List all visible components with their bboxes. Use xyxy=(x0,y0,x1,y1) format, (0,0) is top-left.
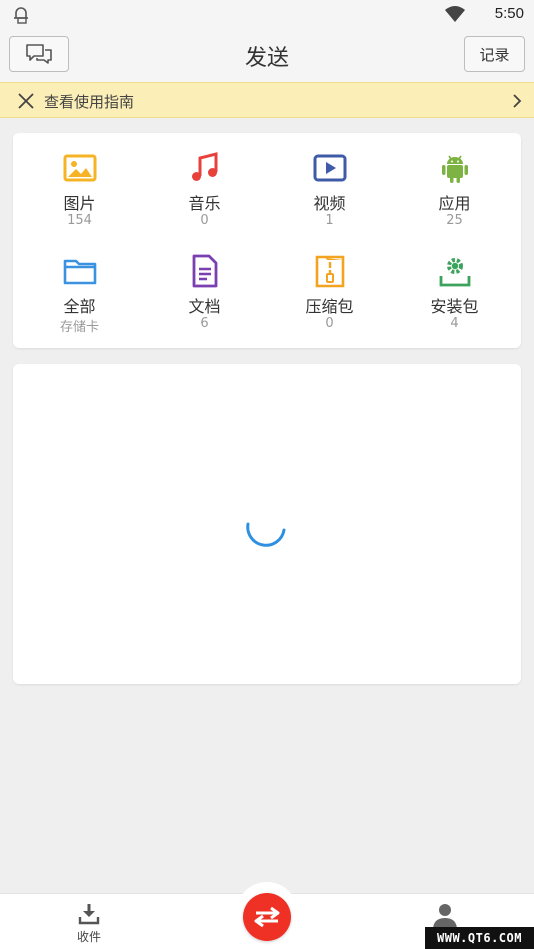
watermark: WWW.QT6.COM xyxy=(425,927,534,949)
category-count: 25 xyxy=(446,213,463,228)
category-apps[interactable]: 应用 25 xyxy=(391,133,518,233)
guide-banner[interactable]: 查看使用指南 xyxy=(0,82,534,118)
category-label: 图片 xyxy=(63,194,96,213)
transfer-button[interactable] xyxy=(243,893,291,941)
category-count: 6 xyxy=(200,316,209,331)
category-music[interactable]: 音乐 0 xyxy=(141,133,268,233)
category-label: 安装包 xyxy=(430,297,479,316)
zip-icon xyxy=(315,255,345,288)
music-icon xyxy=(192,152,218,181)
category-label: 全部 xyxy=(63,297,96,316)
document-icon xyxy=(192,254,218,288)
receive-label: 收件 xyxy=(76,930,101,944)
category-count: 0 xyxy=(200,213,209,228)
status-bar: 5:50 xyxy=(0,0,534,28)
category-archives[interactable]: 压缩包 0 xyxy=(266,236,393,336)
install-package-icon xyxy=(439,258,471,287)
category-all[interactable]: 全部 存储卡 xyxy=(16,236,143,336)
file-list-panel xyxy=(13,364,521,684)
category-label: 应用 xyxy=(438,194,471,213)
category-card: 图片 154 音乐 0 视频 1 应用 25 全部 存储卡 文档 6 压缩包 0… xyxy=(13,133,521,348)
category-count: 4 xyxy=(450,316,459,331)
video-icon xyxy=(313,154,347,182)
category-count: 0 xyxy=(325,316,334,331)
swap-arrows-icon xyxy=(254,906,280,928)
category-label: 压缩包 xyxy=(305,297,354,316)
category-count: 存储卡 xyxy=(59,320,99,335)
guide-text: 查看使用指南 xyxy=(44,93,135,111)
close-icon[interactable] xyxy=(17,92,35,110)
category-label: 文档 xyxy=(188,297,221,316)
record-button[interactable]: 记录 xyxy=(464,36,525,72)
category-count: 154 xyxy=(67,213,92,228)
wifi-icon xyxy=(445,6,465,22)
category-video[interactable]: 视频 1 xyxy=(266,133,393,233)
image-icon xyxy=(63,154,97,182)
header: 发送 记录 xyxy=(0,28,534,82)
loading-spinner-icon xyxy=(246,522,286,547)
category-label: 视频 xyxy=(313,194,346,213)
notification-icon xyxy=(14,7,28,24)
download-icon xyxy=(78,904,100,925)
status-time: 5:50 xyxy=(494,5,524,22)
category-count: 1 xyxy=(325,213,334,228)
android-icon xyxy=(442,155,468,183)
category-label: 音乐 xyxy=(188,194,221,213)
receive-tab[interactable]: 收件 xyxy=(64,902,114,948)
profile-icon[interactable] xyxy=(432,902,458,930)
page-title: 发送 xyxy=(244,46,289,71)
category-documents[interactable]: 文档 6 xyxy=(141,236,268,336)
category-images[interactable]: 图片 154 xyxy=(16,133,143,233)
category-install-packages[interactable]: 安装包 4 xyxy=(391,236,518,336)
chevron-right-icon xyxy=(513,94,522,108)
folder-icon xyxy=(63,259,97,285)
